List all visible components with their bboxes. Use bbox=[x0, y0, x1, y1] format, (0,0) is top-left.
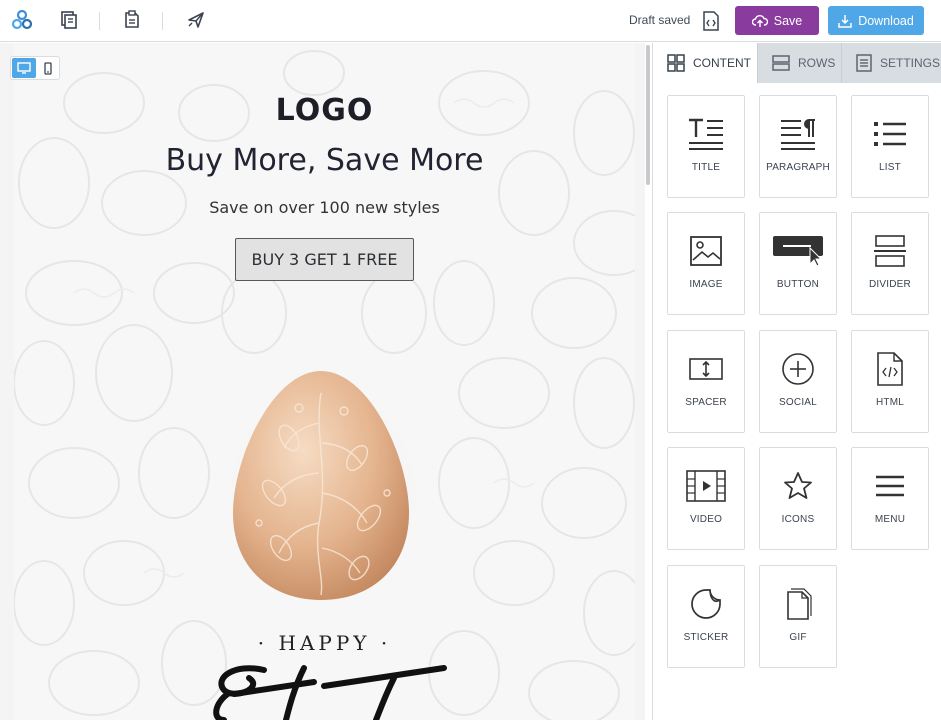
block-gif[interactable]: GIF bbox=[759, 565, 837, 668]
top-toolbar: Draft saved Save Download bbox=[0, 0, 941, 42]
block-label: TITLE bbox=[691, 162, 721, 173]
block-menu[interactable]: MENU bbox=[851, 447, 929, 550]
image-icon bbox=[668, 231, 744, 271]
paragraph-icon bbox=[760, 114, 836, 154]
block-html[interactable]: HTML bbox=[851, 330, 929, 433]
rows-icon bbox=[772, 55, 790, 71]
gif-icon bbox=[760, 584, 836, 624]
email-logo: LOGO bbox=[275, 93, 374, 128]
menu-icon bbox=[852, 466, 928, 506]
block-label: SPACER bbox=[685, 397, 727, 408]
download-label: Download bbox=[858, 13, 914, 28]
block-label: IMAGE bbox=[689, 279, 723, 290]
easter-script-lettering bbox=[213, 665, 447, 720]
tab-rows-label: ROWS bbox=[798, 56, 836, 70]
list-icon bbox=[852, 114, 928, 154]
tab-settings-label: SETTINGS bbox=[880, 56, 941, 70]
video-icon bbox=[668, 466, 744, 506]
block-label: LIST bbox=[879, 162, 901, 173]
block-button[interactable]: BUTTON bbox=[759, 212, 837, 315]
scrollbar-thumb[interactable] bbox=[646, 45, 650, 185]
block-sticker[interactable]: STICKER bbox=[667, 565, 745, 668]
grid-icon bbox=[667, 54, 685, 72]
template-settings-icon[interactable] bbox=[120, 8, 144, 32]
star-icon bbox=[760, 466, 836, 506]
block-list[interactable]: LIST bbox=[851, 95, 929, 198]
tab-content-label: CONTENT bbox=[693, 56, 751, 70]
social-icon bbox=[760, 349, 836, 389]
side-panel: CONTENT ROWS SETTINGS TITLE PARAGRAPH LI… bbox=[653, 43, 941, 720]
happy-text: · HAPPY · bbox=[257, 631, 392, 655]
download-icon bbox=[838, 14, 852, 28]
download-button[interactable]: Download bbox=[828, 6, 924, 35]
block-video[interactable]: VIDEO bbox=[667, 447, 745, 550]
cta-button[interactable]: BUY 3 GET 1 FREE bbox=[235, 238, 414, 281]
email-subheadline: Save on over 100 new styles bbox=[209, 198, 440, 217]
block-social[interactable]: SOCIAL bbox=[759, 330, 837, 433]
block-label: MENU bbox=[874, 514, 906, 525]
email-canvas-area: LOGO Buy More, Save More Save on over 10… bbox=[0, 43, 652, 720]
block-divider[interactable]: DIVIDER bbox=[851, 212, 929, 315]
spacer-icon bbox=[668, 349, 744, 389]
block-title[interactable]: TITLE bbox=[667, 95, 745, 198]
settings-doc-icon bbox=[856, 54, 872, 72]
device-toggle bbox=[10, 56, 60, 80]
block-label: STICKER bbox=[683, 632, 729, 643]
mobile-icon[interactable] bbox=[36, 58, 60, 78]
draft-status: Draft saved bbox=[629, 13, 691, 27]
save-button[interactable]: Save bbox=[735, 6, 819, 35]
divider-icon bbox=[852, 231, 928, 271]
toolbar-divider bbox=[99, 12, 100, 30]
tab-content[interactable]: CONTENT bbox=[653, 43, 757, 83]
block-label: VIDEO bbox=[689, 514, 723, 525]
copy-template-icon[interactable] bbox=[57, 8, 81, 32]
code-view-icon[interactable] bbox=[702, 11, 720, 31]
block-label: GIF bbox=[789, 632, 807, 643]
block-label: PARAGRAPH bbox=[766, 162, 830, 173]
block-icons[interactable]: ICONS bbox=[759, 447, 837, 550]
title-icon bbox=[668, 114, 744, 154]
block-label: HTML bbox=[875, 397, 905, 408]
canvas-scrollbar[interactable] bbox=[645, 43, 652, 720]
toolbar-divider bbox=[162, 12, 163, 30]
html-icon bbox=[852, 349, 928, 389]
button-icon bbox=[760, 231, 836, 271]
block-label: DIVIDER bbox=[869, 279, 911, 290]
tab-settings[interactable]: SETTINGS bbox=[841, 43, 941, 83]
block-label: SOCIAL bbox=[779, 397, 817, 408]
email-preview[interactable]: LOGO Buy More, Save More Save on over 10… bbox=[14, 43, 635, 720]
brand-logo-icon[interactable] bbox=[10, 8, 34, 32]
block-label: BUTTON bbox=[776, 279, 820, 290]
sticker-icon bbox=[668, 584, 744, 624]
tab-rows[interactable]: ROWS bbox=[757, 43, 841, 83]
save-label: Save bbox=[773, 13, 803, 28]
block-label: ICONS bbox=[781, 514, 815, 525]
cloud-upload-icon bbox=[751, 14, 768, 27]
block-paragraph[interactable]: PARAGRAPH bbox=[759, 95, 837, 198]
block-spacer[interactable]: SPACER bbox=[667, 330, 745, 433]
email-headline: Buy More, Save More bbox=[165, 143, 484, 178]
block-image[interactable]: IMAGE bbox=[667, 212, 745, 315]
desktop-icon[interactable] bbox=[12, 58, 36, 78]
easter-egg-image bbox=[219, 371, 428, 613]
panel-tabs: CONTENT ROWS SETTINGS bbox=[653, 43, 941, 83]
send-test-icon[interactable] bbox=[184, 8, 208, 32]
